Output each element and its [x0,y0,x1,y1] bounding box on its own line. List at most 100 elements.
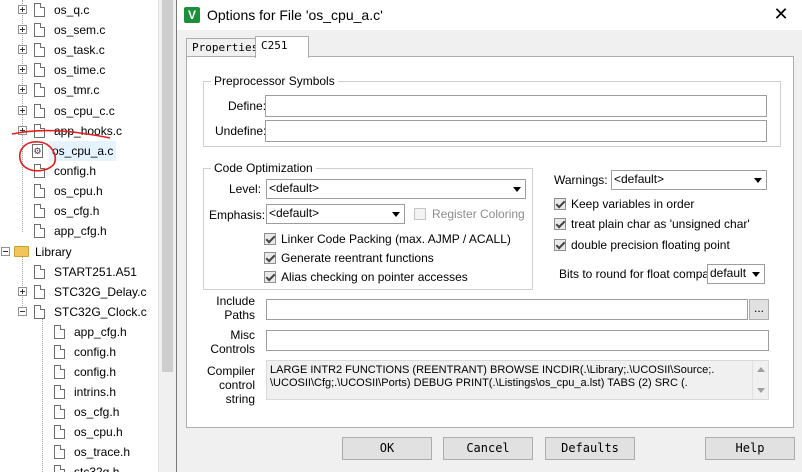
tab-properties[interactable]: Properties [186,38,258,56]
scrollbar-thumb[interactable] [162,0,173,372]
expand-icon[interactable] [18,85,27,94]
define-input[interactable] [265,95,767,117]
tree-folder-row[interactable]: Library [0,242,158,262]
file-icon [34,184,45,198]
tree-item-label: os_time.c [54,63,106,77]
warnings-select[interactable]: <default> [611,170,767,190]
tree-file-row[interactable]: config.h [0,161,158,181]
tree-file-row[interactable]: os_tmr.c [0,80,158,100]
tree-file-row[interactable]: app_cfg.h [0,221,158,241]
tree-item-label: os_q.c [54,3,90,17]
preprocessor-group-title: Preprocessor Symbols [211,74,338,88]
expand-icon[interactable] [18,45,27,54]
tree-item-label: os_sem.c [54,23,106,37]
expand-icon[interactable] [18,65,27,74]
tree-file-row[interactable]: os_cfg.h [0,201,158,221]
cancel-button[interactable]: Cancel [443,437,533,460]
level-select[interactable]: <default> [266,179,526,199]
warnings-label: Warnings: [554,173,608,187]
tree-item-label: os_task.c [54,43,105,57]
reentrant-checkbox[interactable] [264,252,276,264]
code-optimization-group-title: Code Optimization [211,161,316,175]
dialog-title: Options for File 'os_cpu_a.c' [207,7,383,23]
dialog-titlebar: V Options for File 'os_cpu_a.c' ✕ [177,0,802,30]
browse-include-paths-button[interactable]: ... [749,299,769,320]
options-dialog: V Options for File 'os_cpu_a.c' ✕ Proper… [176,0,802,472]
close-icon[interactable]: ✕ [759,0,802,30]
keep-variables-checkbox[interactable] [554,198,566,210]
tree-file-row[interactable]: os_sem.c [0,20,158,40]
misc-controls-input[interactable] [266,330,769,351]
register-coloring-checkbox[interactable] [414,208,426,220]
expand-icon[interactable] [18,5,27,14]
tab-c251[interactable]: C251 [255,36,309,58]
misc-controls-label-1: Misc [230,328,255,342]
double-precision-checkbox[interactable] [554,239,566,251]
tree-item-label: os_cpu.h [54,184,103,198]
expand-icon[interactable] [18,25,27,34]
linker-packing-label: Linker Code Packing (max. AJMP / ACALL) [281,232,511,246]
compiler-string-label-1: Compiler [206,364,255,378]
include-paths-input[interactable] [266,299,748,320]
plain-char-label: treat plain char as 'unsigned char' [571,217,750,231]
file-icon [54,445,65,459]
file-icon [54,465,65,472]
bits-round-label: Bits to round for float compare: [559,267,724,281]
tree-item-label: os_cfg.h [74,405,120,419]
bits-round-select[interactable]: default [707,264,765,284]
undefine-input[interactable] [265,120,767,142]
compiler-string-scrollbar[interactable] [752,361,768,399]
emphasis-select[interactable]: <default> [266,204,405,224]
reentrant-label: Generate reentrant functions [281,251,434,265]
tree-scrollbar[interactable] [158,0,176,472]
file-icon [34,285,45,299]
tree-item-label: os_tmr.c [54,83,100,97]
collapse-icon[interactable] [1,247,10,256]
defaults-button[interactable]: Defaults [545,437,635,460]
tree-file-row[interactable]: stc32g.h [0,462,158,472]
tree-file-row[interactable]: app_cfg.h [0,322,158,342]
expand-icon[interactable] [18,126,27,135]
tree-file-row[interactable]: os_cpu.h [0,422,158,442]
tree-file-row[interactable]: os_cpu_c.c [0,101,158,121]
tree-item-label: app_cfg.h [74,325,127,339]
expand-icon[interactable] [18,106,27,115]
tree-file-row[interactable]: os_trace.h [0,442,158,462]
ok-button[interactable]: OK [342,437,432,460]
tree-item-label: intrins.h [74,385,117,399]
tree-item-label: os_trace.h [74,445,131,459]
alias-checking-checkbox[interactable] [264,271,276,283]
file-icon [54,345,65,359]
tree-file-row[interactable]: STC32G_Delay.c [0,282,158,302]
undefine-label: Undefine: [215,124,267,138]
collapse-icon[interactable] [18,307,27,316]
tree-item-label: app_cfg.h [54,224,107,238]
tree-file-row[interactable]: intrins.h [0,382,158,402]
plain-char-checkbox[interactable] [554,218,566,230]
tree-item-label: STC32G_Clock.c [54,305,147,319]
tree-file-row[interactable]: os_task.c [0,40,158,60]
help-button[interactable]: Help [705,437,795,460]
tree-file-row[interactable]: ⚙ os_cpu_a.c [0,141,158,161]
expand-icon[interactable] [18,287,27,296]
tree-file-row[interactable]: config.h [0,362,158,382]
tree-file-row[interactable]: app_hooks.c [0,121,158,141]
tab-panel-c251: Preprocessor Symbols Define: Undefine: C… [186,56,794,428]
project-tree[interactable]: os_q.c os_sem.c os_task.c os_time.c os_tmr.c… [0,0,176,472]
define-label: Define: [228,99,267,113]
tree-file-row[interactable]: os_q.c [0,0,158,20]
tree-file-row[interactable]: STC32G_Clock.c [0,302,158,322]
tree-item-label: stc32g.h [74,465,120,472]
tree-file-row[interactable]: START251.A51 [0,262,158,282]
linker-packing-checkbox[interactable] [264,233,276,245]
tree-file-row[interactable]: config.h [0,342,158,362]
compiler-string-label-3: string [225,392,255,406]
tree-file-row[interactable]: os_time.c [0,60,158,80]
chevron-down-icon [749,172,765,188]
include-paths-label-2: Paths [224,308,255,322]
tree-file-row[interactable]: os_cfg.h [0,402,158,422]
file-icon [34,164,45,178]
tree-file-row[interactable]: os_cpu.h [0,181,158,201]
keep-variables-label: Keep variables in order [571,197,695,211]
file-icon [34,124,45,138]
